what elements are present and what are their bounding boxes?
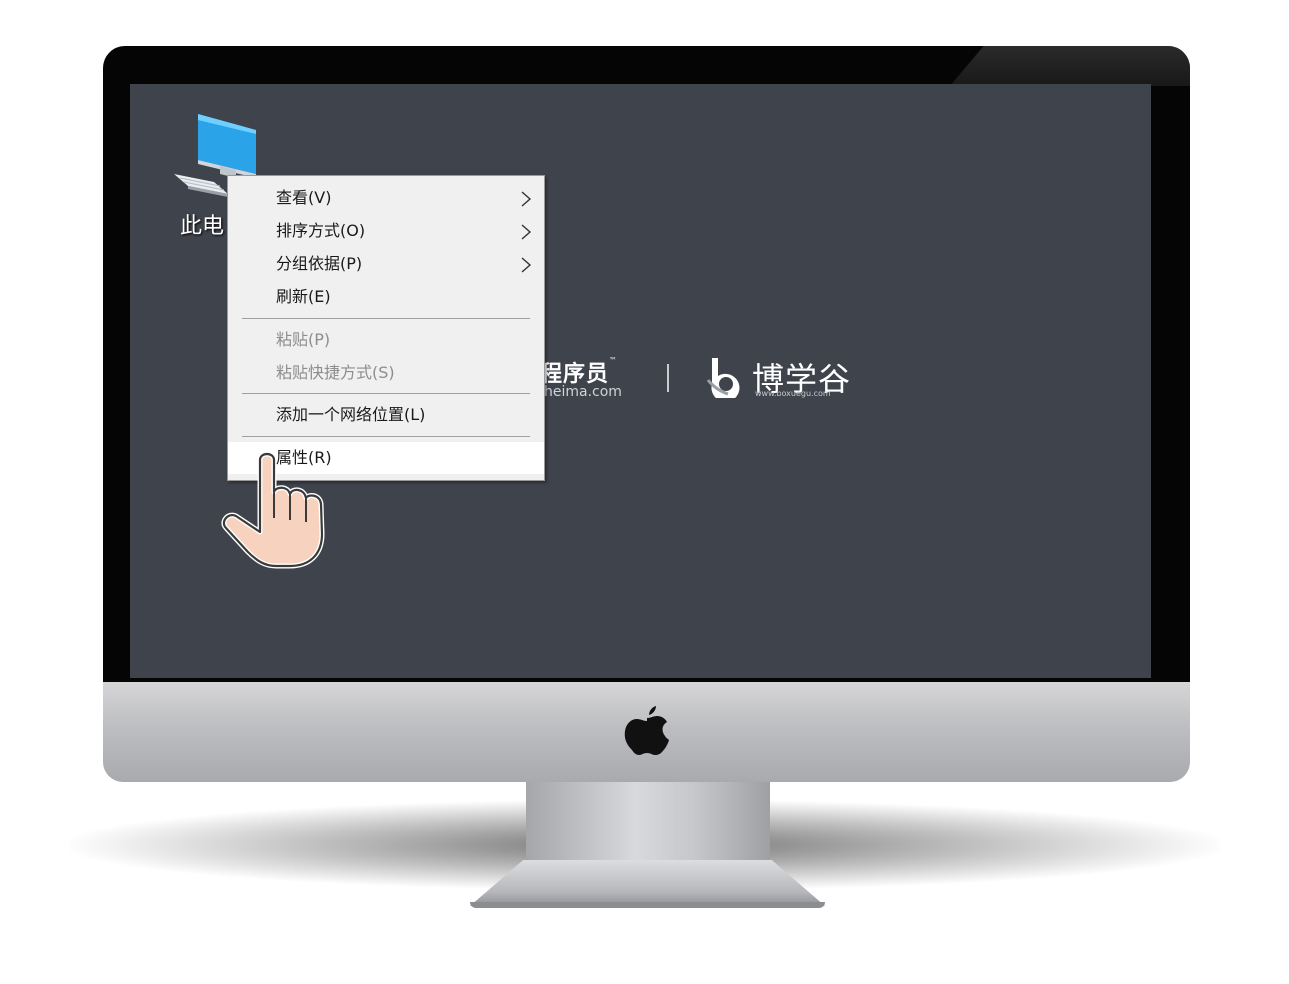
stand-foot-edge [470, 902, 825, 908]
menu-item-refresh[interactable]: 刷新(E) [228, 281, 544, 313]
menu-item-label: 排序方式(O) [276, 221, 366, 240]
menu-item-paste[interactable]: 粘贴(P) [228, 324, 544, 356]
bezel-glare [950, 46, 1190, 86]
menu-separator [242, 393, 530, 394]
desktop-icon-label: 此电 [180, 214, 225, 239]
brand-heima-tm: ™ [609, 356, 619, 365]
menu-item-sort-by[interactable]: 排序方式(O) [228, 215, 544, 247]
menu-item-view[interactable]: 查看(V) [228, 182, 544, 214]
menu-item-label: 添加一个网络位置(L) [276, 405, 426, 424]
chevron-right-icon [521, 257, 532, 273]
menu-separator [242, 436, 530, 437]
apple-logo-icon [624, 706, 669, 755]
menu-item-label: 粘贴(P) [276, 330, 331, 349]
menu-item-add-network-location[interactable]: 添加一个网络位置(L) [228, 399, 544, 431]
brand-heima-url: heima.com [544, 384, 622, 400]
menu-item-label: 查看(V) [276, 188, 332, 207]
chevron-right-icon [521, 191, 532, 207]
brand-boxuegu-url: www.boxuegu.com [755, 389, 831, 398]
stand-foot [470, 860, 825, 906]
monitor-chin [103, 682, 1190, 782]
chevron-right-icon [521, 224, 532, 240]
menu-item-paste-shortcut[interactable]: 粘贴快捷方式(S) [228, 357, 544, 389]
menu-separator [242, 318, 530, 319]
boxuegu-logo-icon [706, 358, 740, 398]
context-menu: 查看(V) 排序方式(O) 分组依据(P) 刷新(E) 粘贴(P) 粘贴快捷方式… [227, 175, 545, 481]
menu-item-label: 刷新(E) [276, 287, 331, 306]
brand-separator [667, 364, 669, 392]
menu-item-label: 粘贴快捷方式(S) [276, 363, 395, 382]
menu-item-group-by[interactable]: 分组依据(P) [228, 248, 544, 280]
hand-pointer-icon [221, 451, 325, 569]
stand-neck [526, 782, 770, 864]
menu-item-label: 分组依据(P) [276, 254, 363, 273]
